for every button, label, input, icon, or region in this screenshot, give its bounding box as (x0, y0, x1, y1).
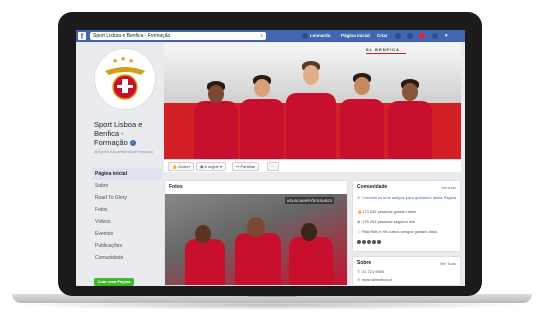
community-title: Comunidade (357, 184, 388, 190)
player-head (254, 79, 270, 97)
photo-player (235, 233, 281, 285)
invite-friends-row[interactable]: ✉ Convida os teus amigos para gostarem de… (357, 195, 457, 200)
photo-player-head (247, 217, 265, 237)
photo-player-head (301, 223, 317, 241)
player-head (303, 65, 319, 85)
friend-avatars[interactable] (357, 239, 457, 244)
website-text[interactable]: www.slbenfica.pt (362, 277, 392, 282)
notifications-icon[interactable] (419, 33, 425, 39)
page-handle: @SportLisboaeBenficaFormacao (94, 149, 153, 154)
cover-player (340, 61, 384, 159)
user-link[interactable]: Leonardo (310, 30, 331, 42)
player-shirt (240, 99, 284, 159)
photo-player-head (195, 225, 211, 243)
likes-text: 173 442 pessoas gostam disto (362, 209, 417, 214)
user-avatar[interactable] (302, 33, 308, 39)
page-title-line3: Formação ✓ (94, 138, 164, 147)
page-title-line2: Benfica - (94, 129, 124, 138)
friend-avatar[interactable] (357, 239, 361, 244)
player-head (402, 83, 418, 101)
likes-row: 👍173 442 pessoas gostam disto (357, 209, 457, 214)
menu-item-community[interactable]: Comunidade (92, 252, 162, 264)
friends-like-text: Rita Reis e 95 outros amigos gostam dist… (362, 229, 438, 234)
more-options-button[interactable]: ··· (267, 162, 279, 171)
cover-player (240, 63, 284, 159)
menu-item-posts[interactable]: Publicações (92, 240, 162, 252)
photo-player (185, 239, 225, 285)
menu-item-events[interactable]: Eventos (92, 228, 162, 240)
friend-avatar[interactable] (372, 239, 376, 244)
photos-panel: Fotos #SLBCAMPEÕESSUB23 (164, 180, 348, 286)
search-input[interactable]: Sport Lisboa e Benfica - Formação ⌕ (90, 32, 266, 40)
cover-brand-text: SL BENFICA (366, 47, 400, 52)
page-avatar[interactable]: ★ ★ ★ (94, 48, 156, 110)
svg-text:★: ★ (128, 57, 134, 65)
photo-player (289, 237, 333, 285)
menu-item-photos[interactable]: Fotos (92, 204, 162, 216)
create-link[interactable]: Criar (377, 30, 388, 42)
create-page-button[interactable]: Criar uma Página (94, 278, 134, 286)
invite-text: Convida os teus amigos para gostarem des… (362, 195, 457, 200)
facebook-top-bar: f Sport Lisboa e Benfica - Formação ⌕ Le… (76, 30, 465, 42)
menu-item-road-to-glory[interactable]: Road To Glory (92, 192, 162, 204)
follow-button[interactable]: ◉ A seguir ▾ (196, 162, 226, 171)
like-button[interactable]: 👍 Gostei (168, 162, 194, 171)
website-row[interactable]: ⊕ www.slbenfica.pt (357, 277, 457, 282)
search-text: Sport Lisboa e Benfica - Formação (93, 33, 171, 39)
page-menu: Página inicial Sobre Road To Glory Fotos… (92, 168, 162, 264)
benfica-crest-icon: ★ ★ ★ (105, 55, 145, 100)
about-title: Sobre (357, 260, 372, 266)
menu-item-videos[interactable]: Vídeos (92, 216, 162, 228)
chevron-down-icon[interactable]: ▾ (445, 30, 448, 42)
cover-player (286, 53, 336, 159)
phone-row: ✆ 21 721 9500 (357, 269, 457, 274)
friends-icon[interactable] (395, 33, 401, 39)
menu-item-home[interactable]: Página inicial (92, 168, 162, 180)
messenger-icon[interactable] (407, 33, 413, 39)
page-title: Sport Lisboa e Benfica - Formação ✓ (94, 120, 164, 147)
page-title-line1: Sport Lisboa e (94, 120, 143, 129)
friend-avatar[interactable] (362, 239, 366, 244)
svg-text:★: ★ (112, 57, 118, 65)
photos-title[interactable]: Fotos (169, 184, 183, 190)
player-head (208, 85, 224, 103)
community-see-all-link[interactable]: Ver tudo (441, 185, 456, 190)
follow-label: A seguir (204, 164, 219, 169)
like-label: Gostei (178, 164, 190, 169)
photo-hashtag: #SLBCAMPEÕESSUB23 (285, 197, 335, 204)
cover-brand-line (366, 53, 406, 54)
share-label: Partilhar (240, 164, 256, 169)
player-shirt (388, 101, 432, 159)
svg-text:★: ★ (120, 55, 126, 63)
follows-row: ◉ 175 343 pessoas seguem isto (357, 219, 457, 224)
player-shirt (286, 93, 336, 159)
left-column: ★ ★ ★ Sport Lisboa e Benfica - Formação … (76, 42, 163, 286)
follows-text: 175 343 pessoas seguem isto (362, 219, 416, 224)
home-link[interactable]: Página inicial (341, 30, 370, 42)
screen: f Sport Lisboa e Benfica - Formação ⌕ Le… (76, 30, 465, 286)
player-head (354, 77, 370, 95)
photo-thumbnail[interactable]: #SLBCAMPEÕESSUB23 (165, 194, 347, 285)
friend-avatar[interactable] (377, 239, 381, 244)
menu-item-about[interactable]: Sobre (92, 180, 162, 192)
community-panel: Comunidade Ver tudo ✉ Convida os teus ami… (352, 180, 461, 252)
facebook-logo-icon[interactable]: f (78, 32, 86, 41)
help-icon[interactable] (432, 33, 438, 39)
share-button[interactable]: ↪ Partilhar (232, 162, 260, 171)
player-shirt (194, 101, 238, 159)
cover-player (194, 67, 238, 159)
verified-icon: ✓ (129, 140, 136, 147)
player-shirt (340, 99, 384, 159)
phone-text: 21 721 9500 (362, 269, 385, 274)
about-panel: Sobre Ver Tudo ✆ 21 721 9500 ⊕ www.slbenfi… (352, 256, 461, 286)
search-icon[interactable]: ⌕ (260, 32, 263, 40)
page-title-line3-text: Formação (94, 138, 128, 147)
cover-photo[interactable]: SL BENFICA (164, 43, 461, 159)
friend-avatar[interactable] (367, 239, 371, 244)
cover-player (388, 65, 432, 159)
about-see-all-link[interactable]: Ver Tudo (440, 261, 456, 266)
page-action-bar: 👍 Gostei ◉ A seguir ▾ ↪ Partilhar ··· (164, 159, 461, 172)
friends-like-row: ☺Rita Reis e 95 outros amigos gostam dis… (357, 229, 457, 234)
